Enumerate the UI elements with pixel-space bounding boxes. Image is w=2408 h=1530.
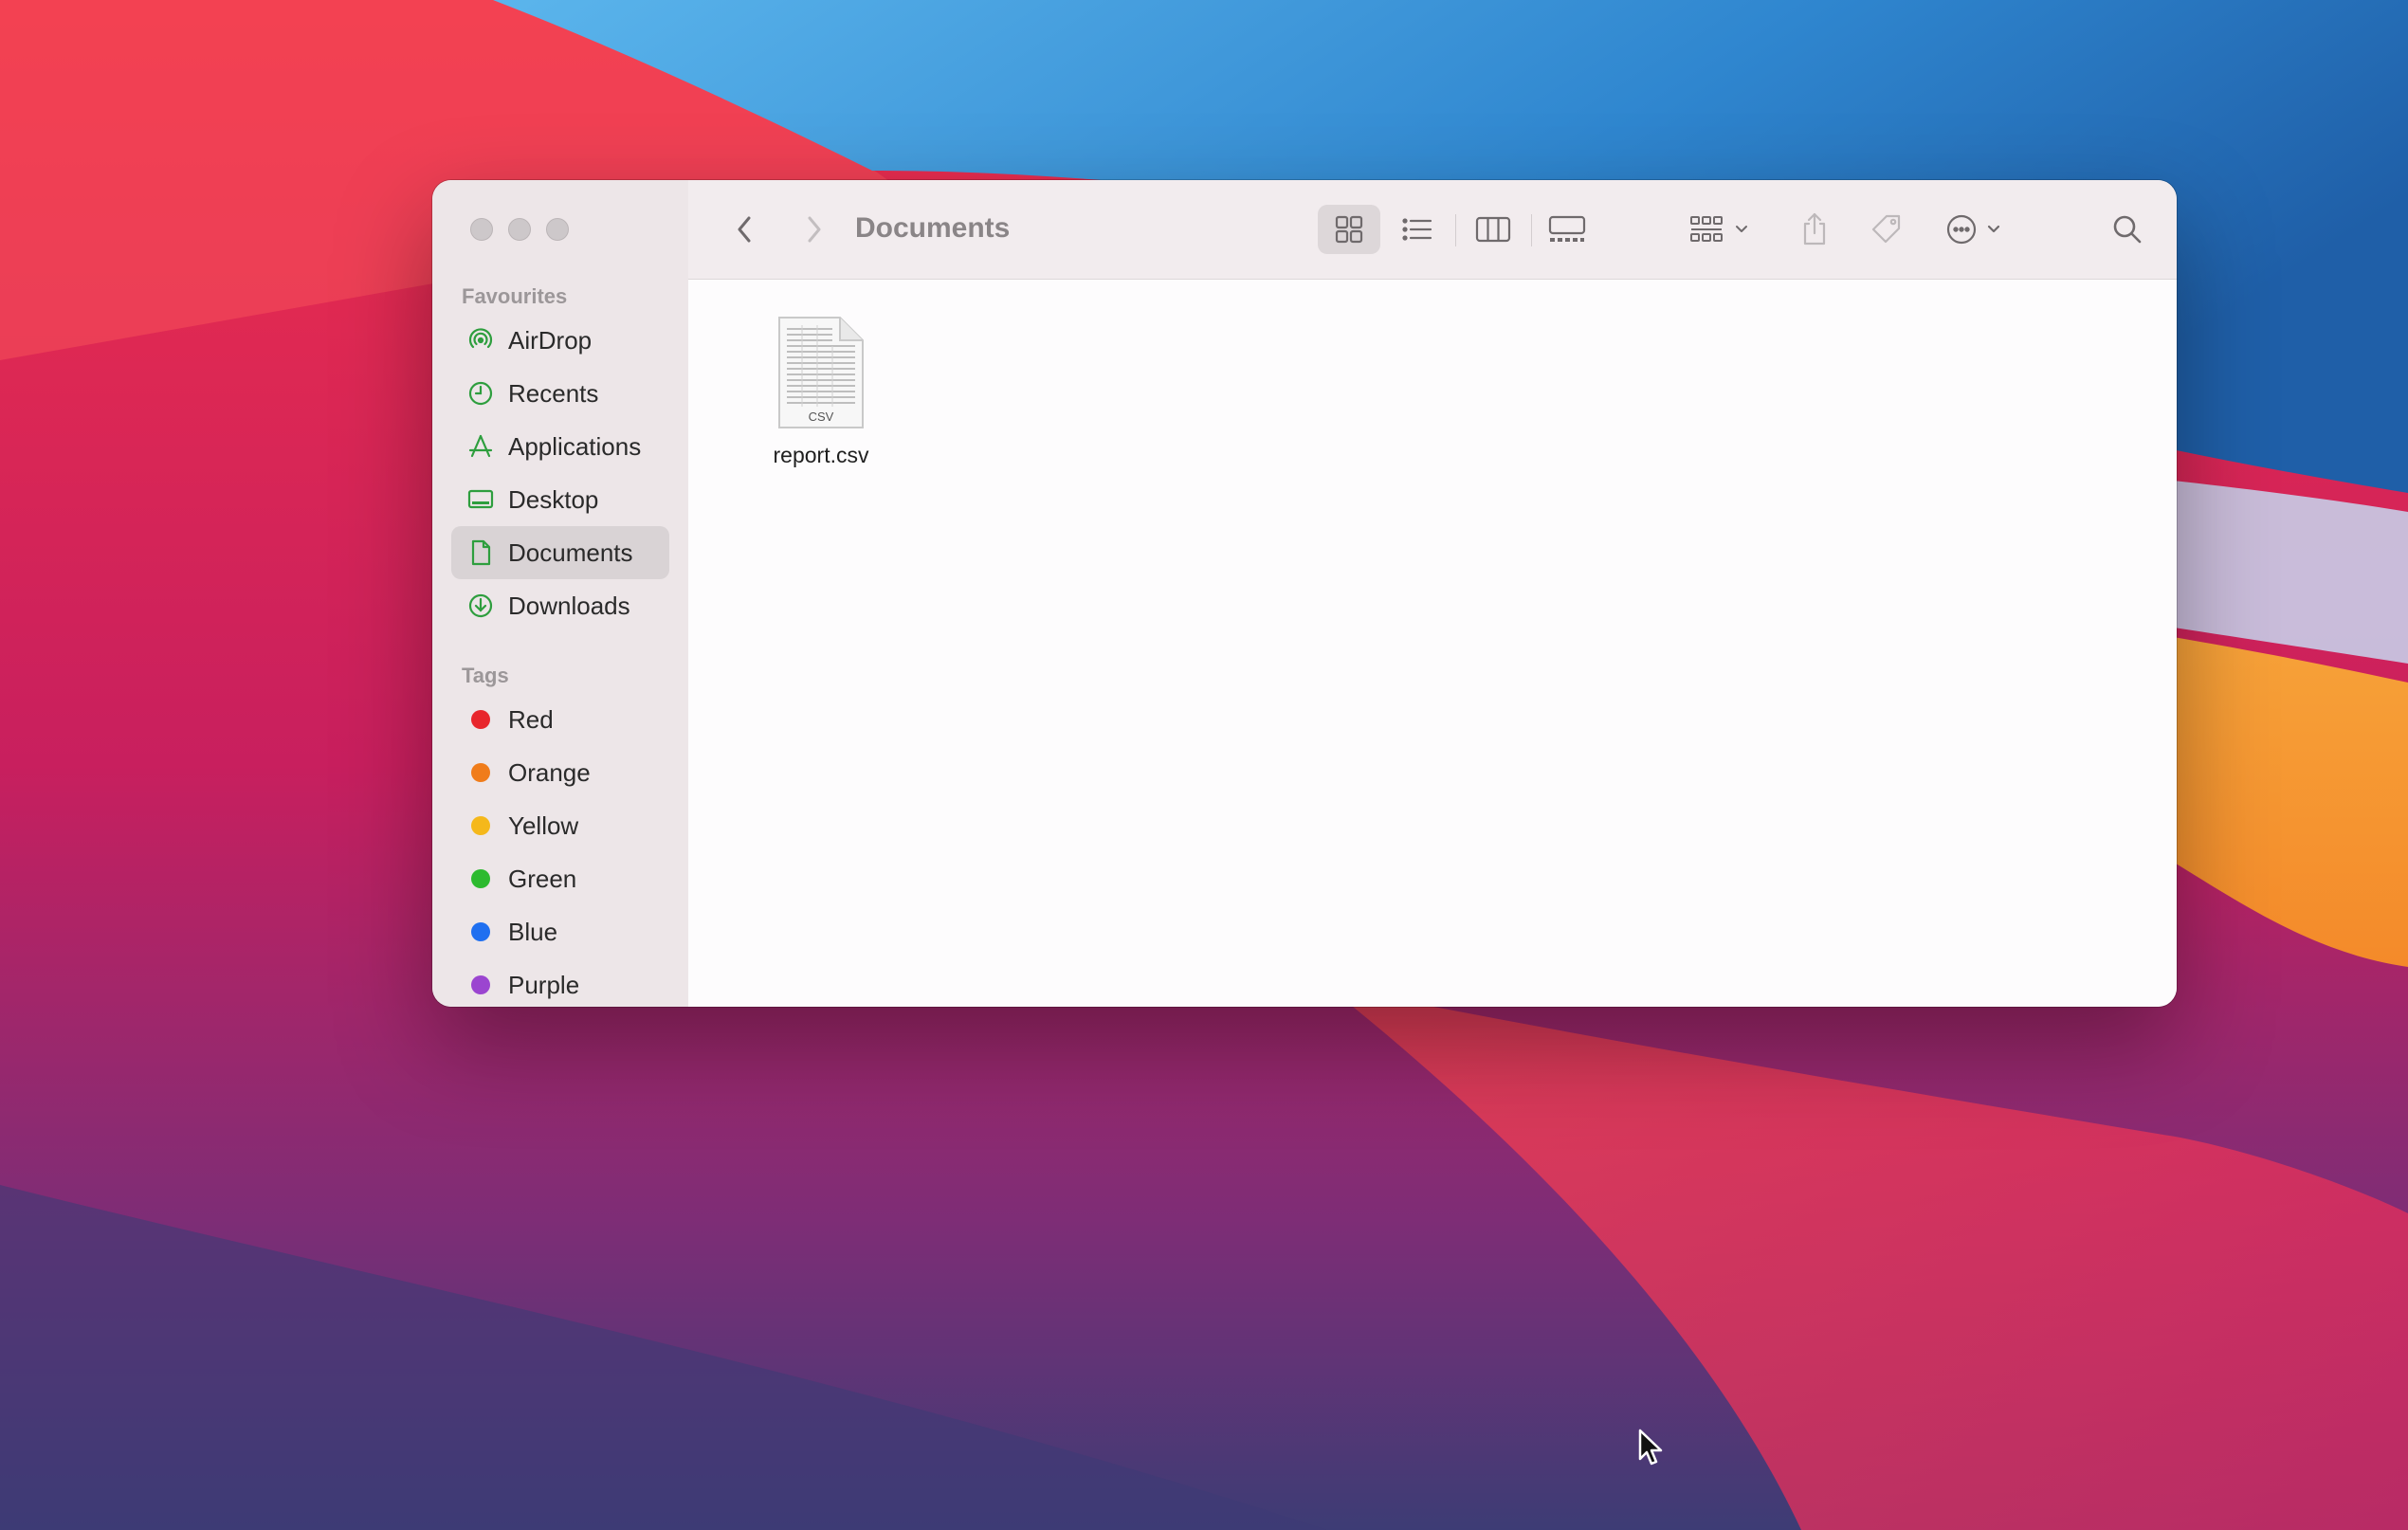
sidebar-tag-blue[interactable]: Blue: [451, 905, 669, 958]
sidebar-item-label: Desktop: [508, 484, 599, 514]
sidebar-item-label: Red: [508, 704, 554, 734]
sidebar-tag-orange[interactable]: Orange: [451, 746, 669, 799]
sidebar-item-label: Yellow: [508, 811, 579, 840]
forward-button[interactable]: [791, 205, 836, 254]
more-actions-button[interactable]: [1940, 205, 2016, 254]
file-item[interactable]: CSV report.csv: [745, 314, 897, 468]
favourites-list: AirDrop Recents Applications Desktop Doc…: [451, 314, 669, 632]
tag-color-dot: [471, 816, 490, 835]
sidebar-item-label: Documents: [508, 537, 633, 567]
window-controls: [470, 218, 569, 241]
download-icon: [466, 592, 495, 620]
tag-color-dot: [471, 975, 490, 994]
mouse-cursor-icon: [1637, 1428, 1666, 1472]
favourites-section-title: Favourites: [462, 284, 568, 308]
sidebar: Favourites AirDrop Recents Applications …: [432, 180, 689, 1007]
tag-icon: [1871, 214, 1901, 244]
icon-view-button[interactable]: [1318, 205, 1380, 254]
sidebar-item-label: Recents: [508, 378, 599, 408]
tag-color-dot: [471, 710, 490, 729]
tags-section-title: Tags: [462, 664, 509, 687]
sidebar-item-recents[interactable]: Recents: [451, 367, 669, 420]
zoom-window-button[interactable]: [546, 218, 569, 241]
sidebar-tag-green[interactable]: Green: [451, 852, 669, 905]
desktop-icon: [466, 485, 495, 514]
search-icon: [2113, 215, 2142, 244]
airdrop-icon: [466, 326, 495, 355]
clock-icon: [466, 379, 495, 408]
gallery-view-icon: [1548, 215, 1586, 242]
list-view-button[interactable]: [1386, 205, 1449, 254]
sidebar-item-documents[interactable]: Documents: [451, 526, 669, 579]
group-icon: [1690, 216, 1747, 242]
column-view-icon: [1475, 216, 1511, 243]
tag-color-dot: [471, 922, 490, 941]
sidebar-item-label: Purple: [508, 970, 580, 999]
sidebar-tag-purple[interactable]: Purple: [451, 958, 669, 1007]
toolbar-separator: [1531, 214, 1532, 246]
applications-icon: [466, 432, 495, 461]
sidebar-item-label: Applications: [508, 431, 642, 461]
back-icon: [738, 216, 751, 243]
minimize-window-button[interactable]: [508, 218, 531, 241]
sidebar-item-label: Green: [508, 864, 577, 893]
sidebar-item-label: Downloads: [508, 591, 630, 620]
toolbar: Documents: [688, 180, 2177, 280]
toolbar-separator: [1455, 214, 1456, 246]
sidebar-tag-red[interactable]: Red: [451, 693, 669, 746]
list-view-icon: [1402, 218, 1432, 241]
window-title: Documents: [855, 212, 1011, 244]
close-window-button[interactable]: [470, 218, 493, 241]
finder-window: Favourites AirDrop Recents Applications …: [432, 180, 2177, 1007]
share-button[interactable]: [1788, 205, 1841, 254]
sidebar-item-downloads[interactable]: Downloads: [451, 579, 669, 632]
file-browser-content[interactable]: CSV report.csv: [688, 280, 2177, 1007]
sidebar-item-label: Blue: [508, 917, 558, 946]
share-icon: [1803, 212, 1826, 246]
icon-view-icon: [1335, 215, 1363, 244]
sidebar-item-label: AirDrop: [508, 325, 593, 355]
document-icon: [466, 538, 495, 567]
gallery-view-button[interactable]: [1536, 205, 1598, 254]
sidebar-tag-yellow[interactable]: Yellow: [451, 799, 669, 852]
file-name: report.csv: [773, 443, 869, 467]
search-button[interactable]: [2101, 205, 2154, 254]
file-type-badge: CSV: [808, 410, 834, 424]
sidebar-item-label: Orange: [508, 757, 591, 787]
tag-color-dot: [471, 763, 490, 782]
tag-button[interactable]: [1860, 205, 1913, 254]
sidebar-item-applications[interactable]: Applications: [451, 420, 669, 473]
more-icon: [1946, 214, 2000, 245]
csv-file-icon: CSV: [774, 314, 868, 431]
sidebar-item-desktop[interactable]: Desktop: [451, 473, 669, 526]
sidebar-item-airdrop[interactable]: AirDrop: [451, 314, 669, 367]
column-view-button[interactable]: [1462, 205, 1524, 254]
forward-icon: [808, 216, 821, 243]
group-by-button[interactable]: [1684, 205, 1760, 254]
tag-color-dot: [471, 869, 490, 888]
tags-list: Red Orange Yellow Green Blue Purple: [451, 693, 669, 1007]
back-button[interactable]: [722, 205, 768, 254]
